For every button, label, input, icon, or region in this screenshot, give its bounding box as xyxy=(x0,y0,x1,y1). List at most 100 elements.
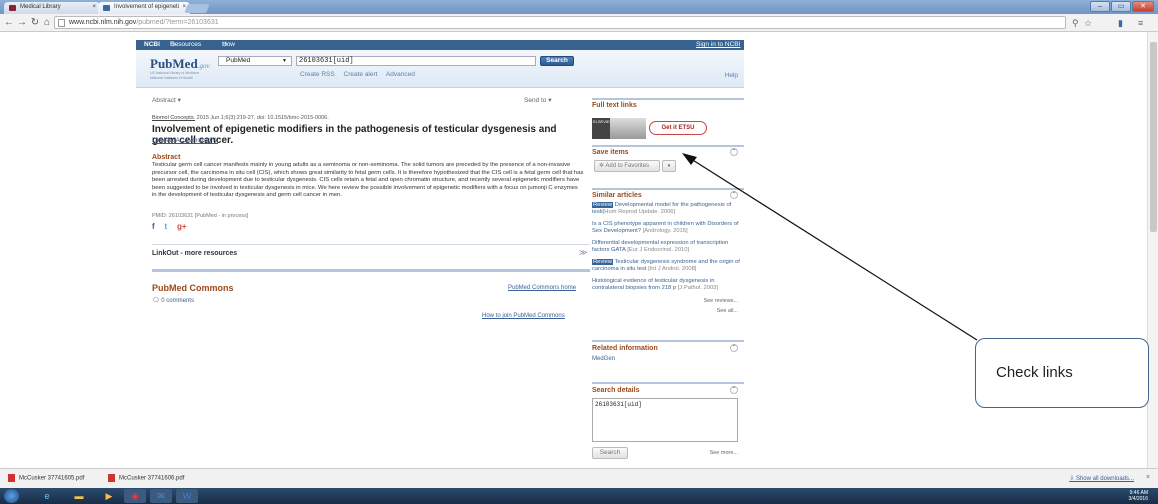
tab-pubmed-article[interactable]: Involvement of epigeneti × xyxy=(98,2,190,14)
search-input[interactable]: 26103631[uid] xyxy=(296,56,536,66)
collapse-icon[interactable]: ⌃ xyxy=(730,191,738,199)
similar-article-item[interactable]: Review Testicular dysgenesis syndrome an… xyxy=(592,259,742,273)
search-details-textarea[interactable]: 26103631[uid] xyxy=(592,398,738,442)
see-more-link[interactable]: See more... xyxy=(710,450,738,456)
help-link[interactable]: Help xyxy=(725,72,738,79)
similar-article-item[interactable]: Histological evidence of testicular dysg… xyxy=(592,278,742,292)
show-all-downloads-link[interactable]: ⇩ Show all downloads... xyxy=(1069,475,1134,482)
similar-article-source: [Hum Reprod Update. 2006] xyxy=(602,209,676,215)
search-details-heading: Search details xyxy=(592,387,640,394)
medgen-link[interactable]: MedGen xyxy=(592,356,615,362)
sign-in-link[interactable]: Sign in to NCBI xyxy=(696,40,740,50)
sidebar: Full text links ELSEVIER Get it ETSU Sav… xyxy=(592,98,744,468)
authors-list[interactable]: Lawaetz AC, Almstrup K. xyxy=(152,138,218,144)
get-it-etsu-button[interactable]: Get it ETSU xyxy=(649,121,707,135)
minimize-button[interactable]: – xyxy=(1090,1,1110,12)
advanced-link[interactable]: Advanced xyxy=(386,71,415,78)
start-button[interactable] xyxy=(4,489,19,503)
ie-icon[interactable]: e xyxy=(36,489,58,503)
related-info-heading: Related information xyxy=(592,345,658,352)
database-select[interactable]: PubMed ▼ xyxy=(218,56,292,66)
back-icon[interactable]: ← xyxy=(3,17,15,28)
divider xyxy=(592,145,744,147)
collapse-icon[interactable]: ⌃ xyxy=(730,148,738,156)
forward-icon[interactable]: → xyxy=(16,17,28,28)
see-reviews-link[interactable]: See reviews... xyxy=(703,298,738,304)
collapse-icon[interactable]: ⌃ xyxy=(730,386,738,394)
chrome-icon[interactable]: ◉ xyxy=(124,489,146,503)
download-item[interactable]: McCusker 37741605.pdf xyxy=(8,474,84,482)
url-host: www.ncbi.nlm.nih.gov xyxy=(69,19,137,26)
search-button[interactable]: Search xyxy=(540,56,574,66)
tab-medical-library[interactable]: Medical Library × xyxy=(4,2,100,14)
explorer-icon[interactable]: ▬ xyxy=(68,489,90,503)
logo-pub: Pub xyxy=(150,56,173,71)
browser-tabstrip: Medical Library × Involvement of epigene… xyxy=(0,0,1158,14)
download-icon: ⇩ xyxy=(1069,476,1076,482)
maximize-button[interactable]: ▭ xyxy=(1111,1,1131,12)
full-text-links: ELSEVIER Get it ETSU xyxy=(592,118,710,140)
address-bar[interactable]: www.ncbi.nlm.nih.gov/pubmed/?term=261036… xyxy=(54,16,1066,29)
comments-count[interactable]: 🗨 0 comments xyxy=(152,297,194,304)
save-items-controls: ✲ Add to Favorites ▾ xyxy=(592,160,692,174)
close-tab-icon[interactable]: × xyxy=(92,4,96,10)
facebook-icon[interactable]: f xyxy=(152,222,155,231)
downloads-bar: McCusker 37741605.pdf McCusker 37741606.… xyxy=(0,468,1158,488)
twitter-icon[interactable]: t xyxy=(164,222,167,231)
send-to-dropdown[interactable]: Send to ▾ xyxy=(524,96,551,104)
create-alert-link[interactable]: Create alert xyxy=(344,71,378,78)
join-commons-link[interactable]: How to join PubMed Commons xyxy=(482,313,565,319)
add-to-favorites-button[interactable]: ✲ Add to Favorites xyxy=(594,160,660,172)
outlook-icon[interactable]: ✉ xyxy=(150,489,172,503)
ncbi-logo[interactable]: NCBI xyxy=(144,40,160,50)
similar-article-item[interactable]: Differential developmental expression of… xyxy=(592,240,742,254)
show-all-label: Show all downloads... xyxy=(1075,476,1134,482)
create-rss-link[interactable]: Create RSS xyxy=(300,71,335,78)
similar-article-source: [Eur J Endocrinol. 2010] xyxy=(627,247,690,253)
menu-icon[interactable]: ≡ xyxy=(1138,18,1143,28)
header-links: Create RSS Create alert Advanced xyxy=(300,71,422,78)
citation-details: 2015 Jun 1;6(3):219-27. doi: 10.1515/bmc… xyxy=(195,115,329,121)
home-icon[interactable]: ⌂ xyxy=(41,17,53,28)
download-item[interactable]: McCusker 37741606.pdf xyxy=(108,474,184,482)
linkout-section[interactable]: LinkOut - more resources xyxy=(152,250,237,257)
tab-label: Medical Library xyxy=(20,4,61,10)
logo-gov: .gov xyxy=(197,62,210,70)
elsevier-logo[interactable]: ELSEVIER xyxy=(592,118,613,139)
favorites-menu-button[interactable]: ▾ xyxy=(662,160,676,172)
pubmed-logo[interactable]: PubMed.gov xyxy=(150,56,210,72)
chevron-down-icon: ⊙ xyxy=(222,41,228,48)
similar-article-item[interactable]: Is a CIS phenotype apparent in children … xyxy=(592,221,742,235)
word-icon[interactable]: W xyxy=(176,489,198,503)
full-text-heading: Full text links xyxy=(592,102,637,109)
search-details-button[interactable]: Search xyxy=(592,447,628,459)
journal-link[interactable]: Biomol Concepts. xyxy=(152,115,195,121)
abstract-text: Testicular germ cell cancer manifests ma… xyxy=(152,162,584,199)
expand-icon[interactable]: ≫ xyxy=(579,248,587,257)
close-window-button[interactable]: ✕ xyxy=(1132,1,1154,12)
similar-article-source: [Andrology. 2015] xyxy=(642,228,688,234)
extension-icon[interactable]: ▮ xyxy=(1118,18,1123,29)
close-downloads-icon[interactable]: × xyxy=(1146,474,1150,481)
google-plus-icon[interactable]: g+ xyxy=(177,222,187,231)
download-filename: McCusker 37741605.pdf xyxy=(19,475,85,482)
format-dropdown[interactable]: Abstract ▾ xyxy=(152,96,181,104)
tab-favicon xyxy=(103,5,110,11)
similar-articles-heading: Similar articles xyxy=(592,192,642,199)
zoom-icon[interactable]: ⚲ xyxy=(1072,18,1079,29)
media-icon[interactable]: ▶ xyxy=(98,489,120,503)
clock-date: 3/4/2016 xyxy=(1128,496,1148,502)
bookmark-star-icon[interactable]: ☆ xyxy=(1084,18,1092,29)
scrollbar-thumb[interactable] xyxy=(1150,42,1157,232)
collapse-icon[interactable]: ⌃ xyxy=(730,344,738,352)
commons-home-link[interactable]: PubMed Commons home xyxy=(508,285,576,291)
elsevier-banner[interactable] xyxy=(610,118,646,139)
article-main: Abstract ▾ Send to ▾ Biomol Concepts. 20… xyxy=(152,95,584,345)
see-all-link[interactable]: See all... xyxy=(717,308,738,314)
reload-icon[interactable]: ↻ xyxy=(29,17,41,28)
similar-article-item[interactable]: Review Developmental model for the patho… xyxy=(592,202,742,216)
ncbi-bar: NCBI Resources ⊙ How To ⊙ Sign in to NCB… xyxy=(136,40,744,58)
divider xyxy=(592,340,744,342)
page-scrollbar[interactable] xyxy=(1147,32,1158,468)
new-tab-button[interactable] xyxy=(184,4,210,13)
